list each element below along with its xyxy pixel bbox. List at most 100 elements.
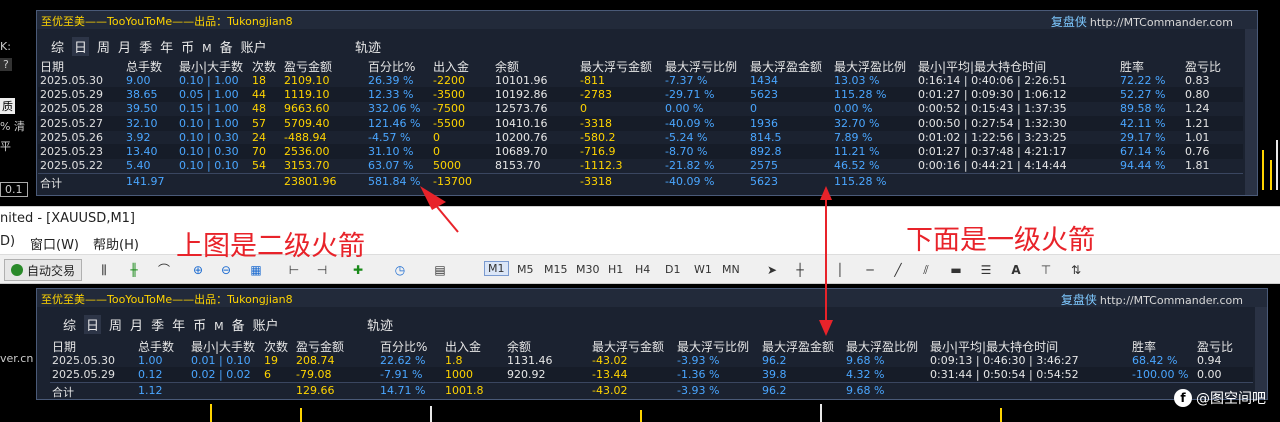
chart-candle	[1276, 140, 1278, 190]
indicators-icon[interactable]: ✚	[350, 262, 366, 278]
brand-url[interactable]: http://MTCommander.com	[1090, 16, 1233, 29]
left-fragment-lot[interactable]: 0.1	[0, 182, 28, 197]
cell-max-float-profit-pct: 115.28 %	[834, 88, 887, 102]
fibo-icon[interactable]: ☰	[978, 262, 994, 278]
tab-quarter[interactable]: 季	[151, 315, 164, 334]
cell-max-float-profit: 39.8	[762, 368, 787, 382]
arrows-icon[interactable]: ⇅	[1068, 262, 1084, 278]
cell-total-lots: 1.00	[138, 354, 163, 367]
timeframe-h4[interactable]: H4	[635, 263, 650, 276]
chart-candle	[210, 404, 212, 422]
equidistant-channel-icon[interactable]: ⫽	[918, 262, 934, 278]
vertical-line-icon[interactable]: │	[832, 262, 848, 278]
auto-trade-label: 自动交易	[26, 263, 75, 278]
brand-link[interactable]: 复盘侠 http://MTCommander.com	[1061, 291, 1243, 308]
tab-m[interactable]: M	[214, 320, 224, 333]
cell-min-max-lots: 0.10 | 0.30	[179, 145, 239, 158]
auto-trade-button[interactable]: 自动交易	[4, 259, 82, 281]
tab-trail[interactable]: 轨迹	[367, 315, 393, 334]
timeframe-m5[interactable]: M5	[517, 263, 534, 276]
brand-link[interactable]: 复盘侠 http://MTCommander.com	[1051, 13, 1233, 30]
cell-max-float-profit-pct: 13.03 %	[834, 74, 880, 87]
horizontal-line-icon[interactable]: ─	[862, 262, 878, 278]
brand-url[interactable]: http://MTCommander.com	[1100, 294, 1243, 307]
tab-overview[interactable]: 综	[51, 37, 64, 56]
left-fragment-zhi: 质	[0, 98, 15, 114]
cell-max-float-profit: 96.2	[762, 354, 787, 367]
autoscroll-icon[interactable]: ⊣	[314, 262, 330, 278]
bar-chart-icon[interactable]: ⫼	[96, 262, 112, 278]
timeframe-m30[interactable]: M30	[576, 263, 600, 276]
timeframe-w1[interactable]: W1	[694, 263, 712, 276]
cell-max-float-profit-pct: 4.32 %	[846, 368, 885, 382]
tab-account[interactable]: 账户	[241, 37, 267, 56]
table-row: 2025.05.30 9.00 0.10 | 1.00 18 2109.10 26.39 …	[38, 73, 1243, 88]
tab-week[interactable]: 周	[109, 315, 122, 334]
total-max-float-loss: -43.02	[592, 384, 628, 398]
line-chart-icon[interactable]: ⌒	[156, 262, 172, 278]
panel-scrollbar[interactable]	[1245, 29, 1257, 195]
cell-max-float-profit: 1434	[750, 74, 778, 87]
period-tabs: 综日周月季年币 M 备账户	[63, 315, 287, 334]
tab-notes[interactable]: 备	[232, 315, 245, 334]
cursor-icon[interactable]: ➤	[764, 262, 780, 278]
trendline-icon[interactable]: ╱	[890, 262, 906, 278]
table-row: 2025.05.23 13.40 0.10 | 0.30 70 2536.00 31.10…	[38, 144, 1243, 159]
periods-icon[interactable]: ◷	[392, 262, 408, 278]
menu-item-partial[interactable]: D)	[0, 234, 15, 249]
cell-max-float-loss: -3318	[580, 116, 612, 130]
tab-month[interactable]: 月	[130, 315, 143, 334]
total-profit: 129.66	[296, 384, 335, 398]
cell-balance: 1131.46	[507, 354, 553, 367]
timeframe-m15[interactable]: M15	[544, 263, 568, 276]
candle-chart-icon[interactable]: ╫	[126, 262, 142, 278]
watermark: f @图空间吧	[1174, 388, 1266, 408]
zoom-out-icon[interactable]: ⊖	[218, 262, 234, 278]
templates-icon[interactable]: ▤	[432, 262, 448, 278]
tab-overview[interactable]: 综	[63, 315, 76, 334]
menu-item-window[interactable]: 窗口(W)	[30, 234, 79, 253]
table-header-row: 日期 总手数 最小|大手数 次数 盈亏金额 百分比% 出入金 余额 最大浮亏金额 最大浮亏比例 最大…	[38, 57, 1243, 74]
cell-min-max-lots: 0.01 | 0.10	[191, 354, 251, 367]
tab-currency[interactable]: 币	[193, 315, 206, 334]
panel-scrollbar[interactable]	[1255, 307, 1267, 399]
cell-max-float-profit: 0	[750, 102, 757, 116]
tab-notes[interactable]: 备	[220, 37, 233, 56]
tab-quarter[interactable]: 季	[139, 37, 152, 56]
tile-windows-icon[interactable]: ▦	[248, 262, 264, 278]
tab-day[interactable]: 日	[84, 315, 102, 334]
zoom-in-icon[interactable]: ⊕	[190, 262, 206, 278]
cell-pl-ratio: 1.21	[1185, 116, 1210, 130]
cell-date: 2025.05.30	[52, 354, 115, 367]
tab-trail[interactable]: 轨迹	[355, 37, 381, 56]
cell-percent: 22.62 %	[380, 354, 426, 367]
crosshair-icon[interactable]: ┼	[792, 262, 808, 278]
cell-min-max-lots: 0.10 | 0.30	[179, 130, 239, 144]
tab-year[interactable]: 年	[172, 315, 185, 334]
tab-month[interactable]: 月	[118, 37, 131, 56]
left-fragment-help[interactable]: ?	[0, 58, 12, 71]
tab-m[interactable]: M	[202, 42, 212, 55]
tab-currency[interactable]: 币	[181, 37, 194, 56]
tab-account[interactable]: 账户	[253, 315, 279, 334]
table-total-row: 合计 141.97 23801.96 581.84 % -13700 -3318 -40.0…	[38, 173, 1243, 190]
cell-pl-ratio: 1.81	[1185, 159, 1210, 173]
total-percent: 14.71 %	[380, 384, 426, 398]
text-tool-icon[interactable]: A	[1008, 262, 1024, 278]
timeframe-h1[interactable]: H1	[608, 263, 623, 276]
rectangle-icon[interactable]: ▬	[948, 262, 964, 278]
tab-year[interactable]: 年	[160, 37, 173, 56]
cell-hold-time: 0:00:52 | 0:15:43 | 1:37:35	[918, 102, 1067, 116]
text-label-icon[interactable]: ⊤	[1038, 262, 1054, 278]
timeframe-mn[interactable]: MN	[722, 263, 740, 276]
chart-shift-icon[interactable]: ⊢	[286, 262, 302, 278]
cell-max-float-loss: -811	[580, 74, 605, 87]
menu-item-help[interactable]: 帮助(H)	[93, 234, 139, 253]
cell-win-rate: -100.00 %	[1132, 368, 1189, 382]
timeframe-d1[interactable]: D1	[665, 263, 680, 276]
cell-date: 2025.05.29	[40, 88, 103, 102]
tab-day[interactable]: 日	[72, 37, 90, 56]
tab-week[interactable]: 周	[97, 37, 110, 56]
cell-profit: 1119.10	[284, 88, 330, 102]
timeframe-m1[interactable]: M1	[484, 261, 509, 276]
